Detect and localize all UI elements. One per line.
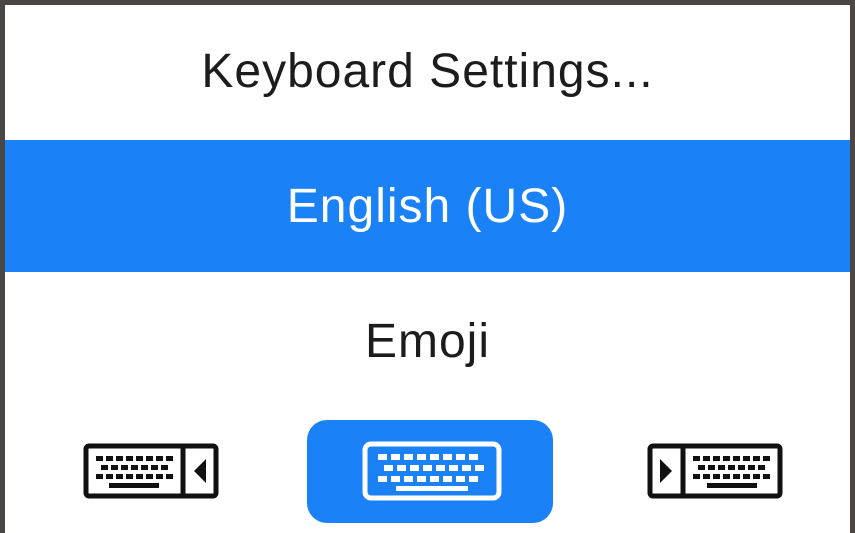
keyboard-menu-panel: Keyboard Settings... English (US) Emoji	[5, 5, 850, 533]
keyboard-right-handed-icon	[647, 443, 783, 499]
emoji-label: Emoji	[364, 314, 491, 368]
keyboard-mode-row	[5, 415, 850, 525]
keyboard-settings-item[interactable]: Keyboard Settings...	[5, 5, 850, 137]
emoji-item[interactable]: Emoji	[5, 275, 850, 407]
keyboard-full-icon	[362, 441, 502, 501]
keyboard-left-button[interactable]	[83, 443, 219, 499]
keyboard-full-button[interactable]	[307, 420, 553, 523]
keyboard-right-button[interactable]	[647, 443, 783, 499]
english-us-label: English (US)	[286, 179, 569, 233]
keyboard-settings-label: Keyboard Settings...	[201, 44, 654, 98]
keyboard-left-handed-icon	[83, 443, 219, 499]
english-us-item[interactable]: English (US)	[5, 140, 850, 272]
